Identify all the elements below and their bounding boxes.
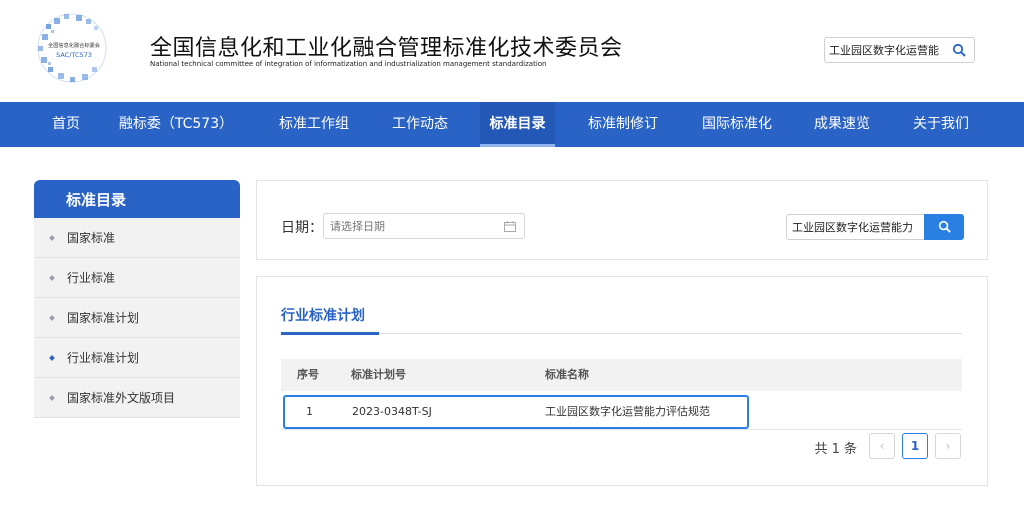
calendar-icon[interactable] (504, 221, 516, 236)
sidebar-item-national-standards[interactable]: 国家标准 (34, 218, 240, 258)
row-plan-no[interactable]: 2023-0348T-SJ (352, 397, 432, 427)
prev-page-button[interactable]: ‹ (869, 433, 895, 459)
nav-item-news[interactable]: 工作动态 (380, 102, 460, 147)
header-search[interactable] (824, 37, 975, 63)
sidebar-item-industry-plans[interactable]: 行业标准计划 (34, 338, 240, 378)
bullet-icon (49, 275, 55, 281)
date-label: 日期： (281, 220, 323, 236)
sidebar-item-label: 国家标准 (67, 231, 116, 245)
page-1-button[interactable]: 1 (902, 433, 928, 459)
logo-line2: SAC/TC573 (56, 51, 92, 59)
nav-item-about[interactable]: 关于我们 (900, 102, 982, 147)
date-input[interactable] (330, 218, 500, 234)
row-index: 1 (306, 405, 313, 418)
date-picker[interactable] (323, 213, 525, 239)
site-subtitle: National technical committee of integrat… (150, 60, 547, 68)
bullet-icon (49, 355, 55, 361)
sidebar: 标准目录 国家标准 行业标准 国家标准计划 行业标准计划 国家标准外文版项目 (34, 180, 240, 418)
sidebar-item-foreign-language-projects[interactable]: 国家标准外文版项目 (34, 378, 240, 418)
nav-item-working-groups[interactable]: 标准工作组 (266, 102, 362, 147)
next-page-button[interactable]: › (935, 433, 961, 459)
search-button[interactable] (924, 214, 964, 240)
column-header-index: 序号 (297, 368, 319, 381)
nav-item-standards-catalog[interactable]: 标准目录 (480, 102, 555, 147)
bullet-icon (49, 315, 55, 321)
keyword-search-input[interactable] (792, 219, 920, 235)
section-divider-accent (281, 332, 379, 335)
sidebar-item-national-plans[interactable]: 国家标准计划 (34, 298, 240, 338)
filter-panel: 日期： (256, 180, 988, 260)
sidebar-item-industry-standards[interactable]: 行业标准 (34, 258, 240, 298)
site-title: 全国信息化和工业化融合管理标准化技术委员会 (150, 36, 623, 61)
bullet-icon (49, 395, 55, 401)
sidebar-item-label: 行业标准 (67, 271, 116, 285)
sidebar-item-label: 国家标准计划 (67, 311, 140, 325)
section-divider (281, 333, 962, 334)
bullet-icon (49, 235, 55, 241)
site-header: 全国信息化融合标委会 SAC/TC573 全国信息化和工业化融合管理标准化技术委… (0, 0, 1024, 102)
row-standard-name[interactable]: 工业园区数字化运营能力评估规范 (545, 397, 710, 427)
results-panel: 行业标准计划 序号 标准计划号 标准名称 1 2023-0348T-SJ 工业园… (256, 276, 988, 486)
search-icon[interactable] (952, 43, 966, 61)
section-title: 行业标准计划 (281, 308, 365, 324)
table-bottom-divider (281, 429, 962, 430)
sidebar-item-label: 行业标准计划 (67, 351, 140, 365)
table-header: 序号 标准计划号 标准名称 (281, 359, 962, 391)
sidebar-item-label: 国家标准外文版项目 (67, 391, 176, 405)
keyword-search[interactable] (786, 214, 924, 240)
sidebar-title: 标准目录 (34, 180, 240, 218)
header-search-input[interactable] (829, 41, 949, 59)
table-row[interactable]: 1 2023-0348T-SJ 工业园区数字化运营能力评估规范 (283, 395, 749, 429)
logo-line1: 全国信息化融合标委会 (48, 41, 100, 49)
column-header-plan-no: 标准计划号 (351, 368, 406, 381)
pagination-total: 共 1 条 (814, 442, 857, 457)
nav-item-international[interactable]: 国际标准化 (690, 102, 784, 147)
nav-item-tc573[interactable]: 融标委（TC573） (114, 102, 238, 147)
results-table: 序号 标准计划号 标准名称 1 2023-0348T-SJ 工业园区数字化运营能… (281, 359, 962, 429)
nav-item-home[interactable]: 首页 (36, 102, 96, 147)
nav-item-standards-revision[interactable]: 标准制修订 (578, 102, 668, 147)
nav-item-achievements[interactable]: 成果速览 (804, 102, 880, 147)
committee-logo[interactable]: 全国信息化融合标委会 SAC/TC573 (34, 10, 110, 86)
column-header-name: 标准名称 (545, 368, 589, 381)
main-nav: 首页 融标委（TC573） 标准工作组 工作动态 标准目录 标准制修订 国际标准… (0, 102, 1024, 147)
search-icon (938, 220, 951, 237)
